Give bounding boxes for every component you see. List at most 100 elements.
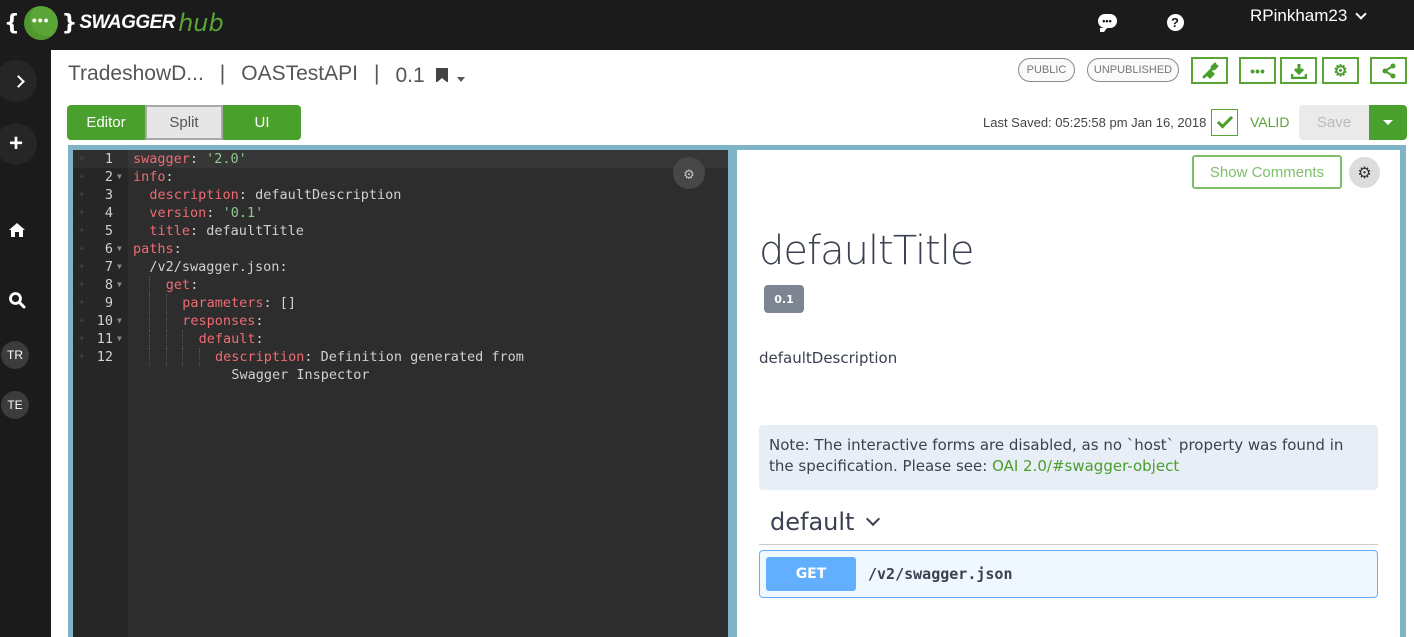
line-number: 1 [104,151,113,167]
save-button[interactable]: Save [1299,105,1369,140]
public-badge[interactable]: PUBLIC [1018,58,1075,82]
line-number: 7 [104,259,113,275]
line-number: 5 [104,223,113,239]
org-avatar-tr[interactable]: TR [1,341,29,369]
top-bar: { ••• } SWAGGER hub ••• ? RPinkham23 [0,0,1414,50]
operation-get-swagger-json[interactable]: GET /v2/swagger.json [759,550,1378,598]
api-description: defaultDescription [759,349,898,367]
line-number: 10 [96,313,113,329]
code-line: +1 swagger: '2.0' [73,150,728,168]
indent-guide [149,330,151,348]
logo-word: SWAGGER [79,12,176,33]
fold-toggle-icon[interactable]: ▼ [117,240,122,258]
tag-name: default [770,508,855,536]
logo-ball-icon: ••• [23,6,58,40]
fold-toggle-icon[interactable]: ▼ [117,330,122,348]
unpublished-badge[interactable]: UNPUBLISHED [1087,58,1179,82]
line-number: 2 [104,169,113,185]
org-avatar-te[interactable]: TE [1,391,29,419]
download-icon [1290,63,1307,79]
fold-toggle-icon[interactable]: ▼ [117,258,122,276]
integrations-button[interactable] [1191,57,1228,84]
share-button[interactable] [1370,57,1407,84]
code-line: +10 ▼ responses: [73,312,728,330]
api-title: defaultTitle [759,228,974,274]
line-number: 8 [104,277,113,293]
settings-button[interactable]: ⚙ [1322,57,1359,84]
logo-brace-close: } [61,10,78,36]
code-text: paths: [133,241,182,257]
save-options-dropdown[interactable] [1369,105,1407,140]
code-line: +6 ▼ paths: [73,240,728,258]
preview-settings-button[interactable]: ⚙ [1349,157,1380,188]
tag-section-default[interactable]: default [759,500,1378,545]
code-line-wrap: Swagger Inspector [73,366,728,384]
line-number: 11 [96,331,113,347]
chat-icon[interactable]: ••• [1096,10,1118,32]
home-icon[interactable] [7,220,27,240]
line-number: 9 [104,295,113,311]
line-number: 12 [96,349,113,365]
host-note: Note: The interactive forms are disabled… [759,425,1378,490]
fold-toggle-icon[interactable]: ▼ [117,276,122,294]
validity-status: VALID [1250,114,1290,130]
code-text: info: [133,169,174,185]
code-text: description: defaultDescription [149,187,402,203]
chat-bubble: ••• [1097,14,1117,32]
line-number: 6 [104,241,113,257]
indent-guide [165,348,167,366]
code-line: +7 ▼/v2/swagger.json: [73,258,728,276]
search-icon[interactable] [7,290,27,310]
code-line: +8 ▼ get: [73,276,728,294]
create-new-button[interactable]: + [0,123,37,165]
expand-sidebar-button[interactable] [0,60,37,102]
bookmark-icon [436,68,449,83]
logo-hub: hub [178,9,224,37]
code-text: get: [165,277,199,293]
username: RPinkham23 [1250,6,1348,25]
code-text: default: [198,331,264,347]
indent-guide [182,348,184,366]
code-line: +11 ▼ default: [73,330,728,348]
method-badge: GET [766,557,856,591]
documentation-preview: Show Comments ⚙ defaultTitle 0.1 default… [737,150,1400,637]
more-options-button[interactable]: ••• [1239,57,1276,84]
split-workspace: +1 swagger: '2.0' +2 ▼ info: +3 description: d… [68,145,1406,637]
version-selector[interactable]: 0.1 [395,64,466,88]
valid-check-icon [1211,109,1238,136]
logo-dots: ••• [31,12,50,28]
code-line: +4 version: '0.1' [73,204,728,222]
breadcrumb-separator: | [219,62,226,85]
breadcrumb-org[interactable]: TradeshowD... [68,62,204,86]
user-menu[interactable]: RPinkham23 [1250,6,1367,26]
indent-guide [149,312,151,330]
code-line: +5 title: defaultTitle [73,222,728,240]
show-comments-button[interactable]: Show Comments [1192,155,1342,189]
version-badge: 0.1 [764,285,804,313]
code-line: +2 ▼ info: [73,168,728,186]
oai-spec-link[interactable]: OAI 2.0/#swagger-object [992,457,1179,475]
view-ui-button[interactable]: UI [223,105,301,140]
export-button[interactable] [1280,57,1317,84]
code-line: +9 parameters: [] [73,294,728,312]
indent-guide [149,294,151,312]
swaggerhub-logo[interactable]: { ••• } SWAGGER hub [4,4,224,42]
breadcrumb-api[interactable]: OASTestAPI [241,62,358,86]
chevron-right-icon [11,74,25,88]
code-text: /v2/swagger.json: [149,259,288,275]
view-editor-button[interactable]: Editor [67,105,145,140]
help-glyph: ? [1166,13,1184,31]
code-text: swagger: '2.0' [133,151,247,167]
code-text: Swagger Inspector [231,367,370,383]
help-icon[interactable]: ? [1164,11,1186,33]
view-toggle: Editor Split UI [67,105,301,140]
line-number: 4 [104,205,113,221]
yaml-editor[interactable]: +1 swagger: '2.0' +2 ▼ info: +3 description: d… [73,150,728,637]
fold-toggle-icon[interactable]: ▼ [117,168,122,186]
breadcrumb-separator: | [373,62,380,85]
fold-toggle-icon[interactable]: ▼ [117,312,122,330]
plus-icon: + [8,130,23,157]
plug-icon [1202,62,1218,79]
editor-settings-button[interactable]: ⚙ [673,157,705,189]
view-split-button[interactable]: Split [145,105,223,140]
